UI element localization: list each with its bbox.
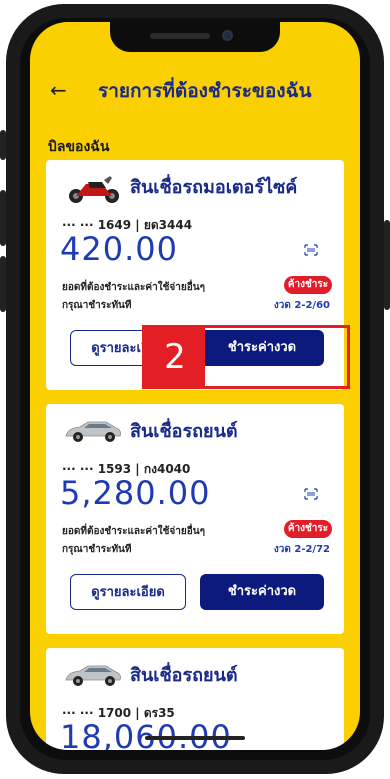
phone-side-button <box>384 220 390 310</box>
amount-due: 5,280.00 <box>60 474 211 512</box>
speaker <box>150 33 210 39</box>
loan-card: สินเชื่อรถยนต์ ··· ··· 1700 | ดร35 18,06… <box>46 648 344 750</box>
arrow-left-icon[interactable]: ← <box>50 78 67 102</box>
notch <box>110 22 280 52</box>
phone-side-button <box>0 190 6 246</box>
view-details-button[interactable]: ดูรายละเอียด <box>70 574 186 610</box>
step-highlight-box: 2 <box>142 325 350 389</box>
step-number-badge: 2 <box>145 328 205 386</box>
pay-now-text: กรุณาชำระทันที <box>62 544 132 555</box>
pay-installment-button[interactable]: ชำระค่างวด <box>200 574 324 610</box>
overdue-badge: ค้างชำระ <box>284 276 332 294</box>
pay-now-text: กรุณาชำระทันที <box>62 300 132 311</box>
installment-text: งวด 2-2/60 <box>273 300 330 311</box>
loan-title: สินเชื่อรถยนต์ <box>130 665 238 686</box>
barcode-icon[interactable] <box>304 244 318 256</box>
section-title: บิลของฉัน <box>48 139 110 155</box>
overdue-badge: ค้างชำระ <box>284 520 332 538</box>
installment-text: งวด 2-2/72 <box>273 544 330 555</box>
barcode-icon[interactable] <box>304 488 318 500</box>
due-description: ยอดที่ต้องชำระและค่าใช้จ่ายอื่นๆ <box>62 526 205 537</box>
home-indicator <box>145 736 245 740</box>
loan-title: สินเชื่อรถมอเตอร์ไซค์ <box>130 177 298 198</box>
motorcycle-icon <box>69 176 119 203</box>
header: ← รายการที่ต้องชำระของฉัน <box>30 74 360 110</box>
phone-side-button <box>0 130 6 160</box>
due-description: ยอดที่ต้องชำระและค่าใช้จ่ายอื่นๆ <box>62 282 205 293</box>
camera <box>222 30 233 41</box>
page-title: รายการที่ต้องชำระของฉัน <box>98 80 312 102</box>
amount-due: 18,060.00 <box>60 718 232 750</box>
loan-title: สินเชื่อรถยนต์ <box>130 421 238 442</box>
car-icon <box>65 665 121 686</box>
loan-card: สินเชื่อรถยนต์ ··· ··· 1593 | กง4040 5,2… <box>46 404 344 634</box>
phone-side-button <box>0 256 6 312</box>
amount-due: 420.00 <box>60 230 178 268</box>
car-icon <box>65 421 121 442</box>
